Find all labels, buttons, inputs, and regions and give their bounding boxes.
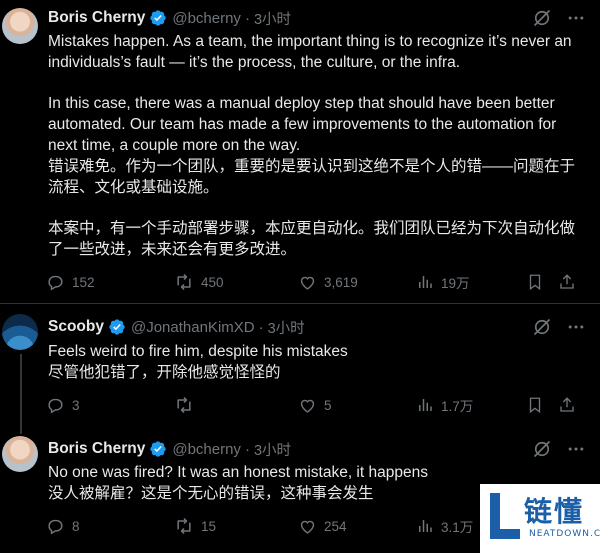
tweet-top-actions bbox=[532, 317, 586, 337]
avatar[interactable] bbox=[2, 314, 38, 350]
more-options-icon[interactable] bbox=[566, 439, 586, 459]
tweet-header: Boris Cherny @bcherny · 3小时 bbox=[48, 438, 291, 460]
author-name[interactable]: Boris Cherny bbox=[48, 9, 145, 27]
retweet-icon bbox=[177, 517, 191, 535]
timestamp[interactable]: 3小时 bbox=[254, 439, 291, 460]
grok-icon[interactable] bbox=[532, 439, 552, 459]
share-icon bbox=[560, 274, 574, 289]
tweet-text: Mistakes happen. As a team, the importan… bbox=[48, 31, 588, 260]
reply-count: 8 bbox=[72, 518, 80, 534]
retweet-count: 15 bbox=[201, 518, 217, 534]
heart-icon bbox=[300, 399, 315, 413]
reply-button[interactable]: 3 bbox=[46, 396, 174, 415]
site-watermark: 链懂 NEATDOWN.COM bbox=[480, 484, 600, 553]
reply-icon bbox=[48, 519, 63, 534]
verified-badge-icon bbox=[150, 10, 167, 26]
tweet-paragraph: 本案中，有一个手动部署步骤，本应更自动化。我们团队已经为下次自动化做了一些改进，… bbox=[48, 220, 576, 258]
retweet-button[interactable]: 15 bbox=[174, 516, 298, 536]
author-name[interactable]: Scooby bbox=[48, 318, 104, 336]
views-button[interactable]: 19万 bbox=[416, 272, 526, 292]
retweet-button[interactable]: 450 bbox=[174, 272, 298, 292]
retweet-button[interactable] bbox=[174, 395, 298, 415]
views-icon bbox=[419, 399, 432, 411]
tweet-header: Boris Cherny @bcherny · 3小时 bbox=[48, 7, 291, 29]
separator-dot: · bbox=[258, 318, 264, 336]
avatar[interactable] bbox=[2, 436, 38, 472]
reply-icon bbox=[48, 398, 63, 413]
reply-button[interactable]: 152 bbox=[46, 273, 174, 292]
tweet-divider bbox=[0, 303, 600, 304]
like-count: 3,619 bbox=[324, 274, 358, 290]
tweet-top-actions bbox=[532, 439, 586, 459]
tweet-paragraph: Mistakes happen. As a team, the importan… bbox=[48, 33, 572, 71]
separator-dot: · bbox=[244, 9, 250, 27]
bookmark-button[interactable] bbox=[526, 273, 558, 291]
tweet-actions: 3 5 1.7万 bbox=[46, 394, 586, 416]
like-button[interactable]: 254 bbox=[298, 517, 416, 536]
like-count: 5 bbox=[324, 397, 332, 413]
tweet-paragraph: Feels weird to fire him, despite his mis… bbox=[48, 343, 348, 381]
separator-dot: · bbox=[244, 440, 250, 458]
timestamp[interactable]: 3小时 bbox=[254, 8, 291, 29]
more-options-icon[interactable] bbox=[566, 317, 586, 337]
bookmark-icon bbox=[529, 397, 541, 414]
bookmark-icon bbox=[529, 274, 541, 291]
verified-badge-icon bbox=[150, 441, 167, 457]
like-button[interactable]: 5 bbox=[298, 396, 416, 415]
reply-button[interactable]: 8 bbox=[46, 517, 174, 536]
views-button[interactable]: 1.7万 bbox=[416, 395, 526, 415]
view-count: 19万 bbox=[441, 276, 470, 291]
reply-count: 3 bbox=[72, 397, 80, 413]
view-count: 1.7万 bbox=[441, 399, 474, 414]
views-icon bbox=[419, 520, 432, 532]
tweet-actions: 152 450 3,619 19万 bbox=[46, 271, 586, 293]
thread-line bbox=[20, 354, 22, 430]
view-count: 3.1万 bbox=[441, 520, 474, 535]
like-button[interactable]: 3,619 bbox=[298, 273, 416, 292]
heart-icon bbox=[300, 276, 315, 290]
views-icon bbox=[419, 276, 432, 288]
tweet-top-actions bbox=[532, 8, 586, 28]
reply-icon bbox=[48, 275, 63, 290]
thread-line bbox=[20, 430, 22, 434]
retweet-count: 450 bbox=[201, 274, 224, 290]
heart-icon bbox=[300, 520, 315, 534]
bookmark-button[interactable] bbox=[526, 396, 558, 414]
timestamp[interactable]: 3小时 bbox=[268, 317, 305, 338]
watermark-logo bbox=[490, 493, 520, 539]
more-options-icon[interactable] bbox=[566, 8, 586, 28]
share-button[interactable] bbox=[558, 396, 580, 414]
tweet-text: Feels weird to fire him, despite his mis… bbox=[48, 341, 588, 383]
timeline: Boris Cherny @bcherny · 3小时 Mistakes hap… bbox=[0, 0, 600, 553]
share-button[interactable] bbox=[558, 273, 580, 291]
share-icon bbox=[560, 397, 574, 412]
retweet-icon bbox=[177, 273, 191, 291]
like-count: 254 bbox=[324, 518, 347, 534]
author-handle[interactable]: @bcherny bbox=[172, 10, 241, 27]
avatar[interactable] bbox=[2, 8, 38, 44]
retweet-icon bbox=[177, 396, 191, 414]
watermark-text: 链懂 bbox=[524, 495, 585, 528]
reply-count: 152 bbox=[72, 274, 95, 290]
author-name[interactable]: Boris Cherny bbox=[48, 440, 145, 458]
tweet-paragraph: In this case, there was a manual deploy … bbox=[48, 95, 576, 196]
author-handle[interactable]: @JonathanKimXD bbox=[131, 319, 255, 336]
tweet-header: Scooby @JonathanKimXD · 3小时 bbox=[48, 316, 305, 338]
grok-icon[interactable] bbox=[532, 317, 552, 337]
verified-badge-icon bbox=[109, 319, 125, 335]
grok-icon[interactable] bbox=[532, 8, 552, 28]
author-handle[interactable]: @bcherny bbox=[172, 441, 241, 458]
watermark-subtext: NEATDOWN.COM bbox=[529, 529, 600, 539]
